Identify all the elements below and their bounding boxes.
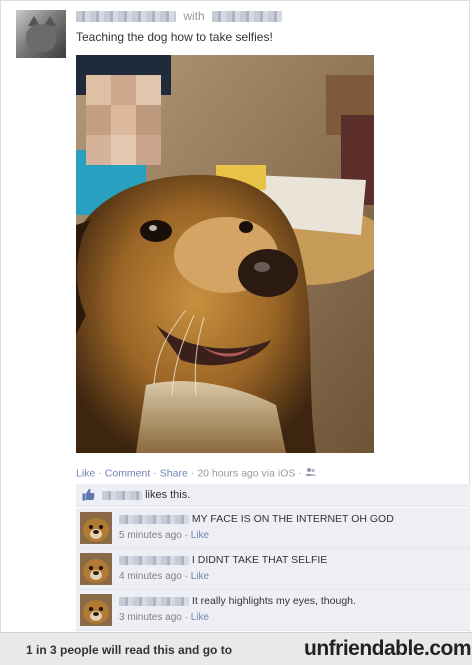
comment-timestamp[interactable]: 4 minutes ago <box>119 571 182 582</box>
comment-meta: 5 minutes ago · Like <box>119 530 210 541</box>
likes-bar: likes this. <box>76 484 470 507</box>
separator-dot: · <box>190 467 195 480</box>
poster-avatar[interactable] <box>16 10 66 58</box>
likes-text: likes this. <box>145 489 191 501</box>
post-timestamp[interactable]: 20 hours ago via iOS <box>197 467 295 479</box>
separator-dot: · <box>153 467 157 480</box>
comment-text: It really highlights my eyes, though. <box>191 595 356 607</box>
blurred-commenter-name[interactable] <box>119 514 189 524</box>
facebook-post: with Teaching the dog how to take selfie… <box>0 0 470 632</box>
comment-text-row: MY FACE IS ON THE INTERNET OH GOD <box>119 513 394 525</box>
likes-text-container: likes this. <box>102 489 190 501</box>
share-link[interactable]: Share <box>160 467 188 479</box>
comment-like-link[interactable]: Like <box>191 530 209 541</box>
status-text: Teaching the dog how to take selfies! <box>76 30 273 44</box>
comment-meta: 3 minutes ago · Like <box>119 612 210 623</box>
comment-item: I DIDNT TAKE THAT SELFIE 4 minutes ago ·… <box>76 549 470 590</box>
commenter-avatar[interactable] <box>80 594 112 626</box>
comment-timestamp[interactable]: 3 minutes ago <box>119 612 182 623</box>
site-brand-logo: unfriendable.com <box>304 637 472 660</box>
commenter-avatar[interactable] <box>80 512 112 544</box>
post-headline: with <box>76 9 283 23</box>
blurred-commenter-name[interactable] <box>119 596 189 606</box>
comment-text: I DIDNT TAKE THAT SELFIE <box>191 554 328 566</box>
cat-face <box>26 24 56 52</box>
footer-cta-text: 1 in 3 people will read this and go to <box>26 643 233 657</box>
comment-timestamp[interactable]: 5 minutes ago <box>119 530 182 541</box>
separator-dot: · <box>298 467 302 480</box>
post-photo[interactable] <box>76 55 374 453</box>
comment-item: It really highlights my eyes, though. 3 … <box>76 590 470 631</box>
blurred-commenter-name[interactable] <box>119 555 189 565</box>
thumbs-up-icon <box>82 488 95 501</box>
comment-text-row: It really highlights my eyes, though. <box>119 595 356 607</box>
blurred-liker-name[interactable] <box>102 490 142 500</box>
comment-item: MY FACE IS ON THE INTERNET OH GOD 5 minu… <box>76 508 470 549</box>
comment-like-link[interactable]: Like <box>191 612 209 623</box>
pixelated-face <box>86 75 161 165</box>
comment-text-row: I DIDNT TAKE THAT SELFIE <box>119 554 327 566</box>
blurred-poster-name[interactable] <box>76 11 176 23</box>
separator-dot: · <box>98 467 102 480</box>
commenter-avatar[interactable] <box>80 553 112 585</box>
like-link[interactable]: Like <box>76 467 95 479</box>
comment-link[interactable]: Comment <box>105 467 151 479</box>
comment-text: MY FACE IS ON THE INTERNET OH GOD <box>191 513 394 525</box>
dog-photo-illustration <box>76 55 374 453</box>
watermark-footer: 1 in 3 people will read this and go to u… <box>0 632 472 665</box>
audience-friends-icon[interactable] <box>305 467 316 480</box>
comment-meta: 4 minutes ago · Like <box>119 571 210 582</box>
post-actions: Like · Comment · Share · 20 hours ago via iOS · <box>76 467 316 480</box>
with-label: with <box>183 9 205 23</box>
comment-like-link[interactable]: Like <box>191 571 209 582</box>
blurred-tagged-name[interactable] <box>212 11 283 23</box>
